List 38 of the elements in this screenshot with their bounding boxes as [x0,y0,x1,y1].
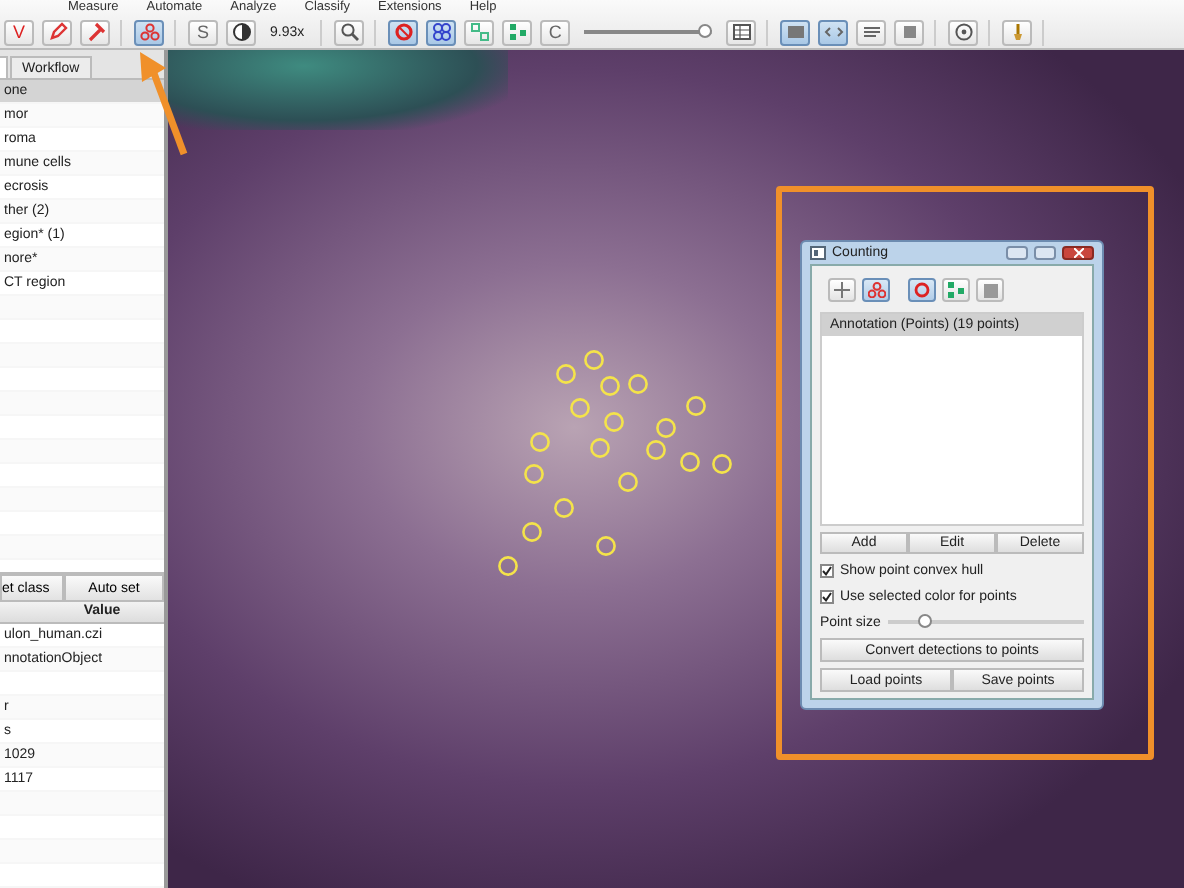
points-icon [139,22,159,42]
square-icon [983,283,997,297]
tool-button[interactable] [426,19,457,45]
slider-thumb[interactable] [917,614,932,628]
slider-thumb[interactable] [697,24,712,38]
code-icon [823,22,844,42]
pencil-icon [47,22,67,42]
tool-button[interactable]: V [4,19,34,45]
lines-icon [861,22,882,42]
ring-icon [914,282,930,298]
nodes-icon [948,282,964,298]
nodes-icon [507,22,528,42]
table-icon [731,22,752,42]
points-icon [867,282,885,298]
zoom-icon [339,22,360,42]
contrast-icon [231,22,251,42]
target-icon [953,22,974,42]
maximize-button[interactable] [1034,246,1056,260]
checkbox[interactable] [820,563,834,577]
tool-button[interactable] [856,19,887,45]
tool-button[interactable] [726,19,757,45]
grid-icon [431,22,452,42]
tool-button[interactable] [226,19,256,45]
move-icon [834,282,850,298]
tool-button[interactable] [334,19,365,45]
hammer-icon [85,22,105,42]
minimize-button[interactable] [1006,246,1028,260]
square-icon [899,22,920,42]
close-button[interactable] [1062,246,1094,260]
tool-button[interactable]: C [540,19,571,45]
tool-button[interactable] [948,19,979,45]
ring-icon [393,22,414,42]
checkbox[interactable] [820,589,834,603]
close-icon [1073,248,1083,258]
image-icon [785,22,806,42]
tool-button[interactable]: S [188,19,218,45]
cells-icon [469,22,490,42]
window-icon [810,246,826,260]
